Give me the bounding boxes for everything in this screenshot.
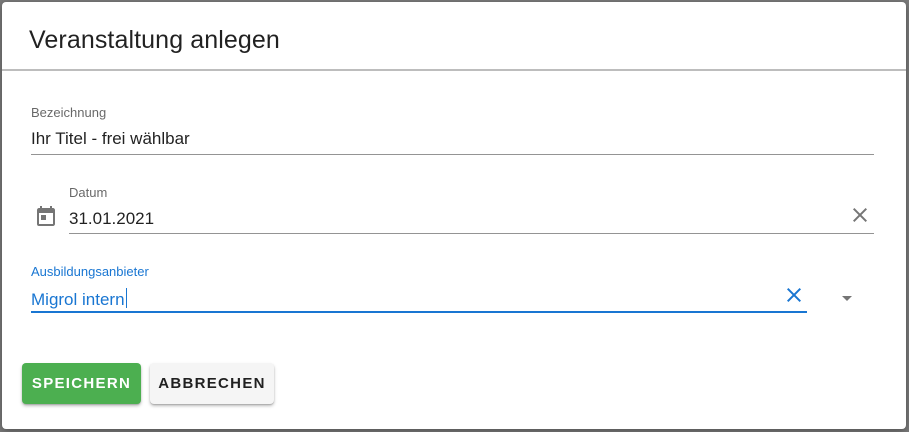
save-button[interactable]: SPEICHERN bbox=[22, 363, 141, 404]
chevron-down-icon[interactable] bbox=[835, 286, 859, 310]
date-field-label: Datum bbox=[69, 185, 108, 200]
provider-field-value[interactable]: Migrol intern bbox=[31, 288, 127, 310]
provider-field-label: Ausbildungsanbieter bbox=[31, 264, 149, 279]
date-field-value[interactable]: 31.01.2021 bbox=[69, 209, 154, 229]
title-field-underline bbox=[31, 154, 874, 155]
provider-field-underline bbox=[31, 311, 807, 313]
title-field[interactable]: Bezeichnung Ihr Titel - frei wählbar bbox=[31, 105, 874, 155]
title-field-label: Bezeichnung bbox=[31, 105, 107, 120]
calendar-icon[interactable] bbox=[34, 204, 58, 228]
text-caret bbox=[125, 288, 127, 308]
date-field-underline bbox=[69, 233, 874, 234]
dialog-title: Veranstaltung anlegen bbox=[29, 26, 280, 54]
clear-date-icon[interactable] bbox=[848, 203, 872, 227]
provider-field-text: Migrol intern bbox=[31, 290, 125, 309]
title-divider bbox=[2, 69, 906, 71]
date-field[interactable]: Datum 31.01.2021 bbox=[69, 185, 874, 234]
provider-field[interactable]: Ausbildungsanbieter Migrol intern bbox=[31, 264, 807, 313]
cancel-button[interactable]: ABBRECHEN bbox=[150, 363, 274, 404]
title-field-value[interactable]: Ihr Titel - frei wählbar bbox=[31, 129, 190, 149]
clear-provider-icon[interactable] bbox=[782, 283, 806, 307]
